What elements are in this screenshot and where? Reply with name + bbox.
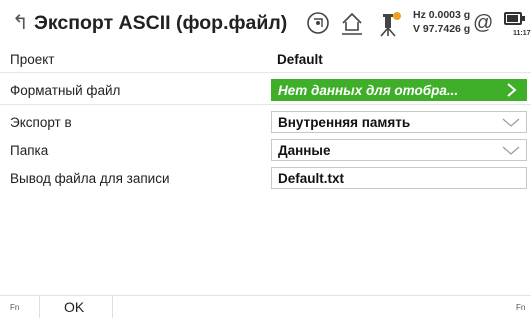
format-file-label: Форматный файл bbox=[10, 83, 121, 98]
instrument-status-icon[interactable] bbox=[376, 8, 406, 38]
project-row: Проект Default bbox=[0, 47, 531, 71]
connection-icon[interactable]: @ bbox=[473, 10, 493, 36]
export-to-dropdown[interactable]: Внутренняя память bbox=[271, 111, 527, 133]
output-file-value: Default.txt bbox=[278, 171, 345, 186]
format-file-value: Нет данных для отобра... bbox=[278, 83, 459, 98]
format-file-row: Форматный файл Нет данных для отобра... bbox=[0, 78, 531, 102]
fn-key-left[interactable]: Fn bbox=[10, 303, 19, 312]
softkey-bar: Fn OK Fn bbox=[0, 295, 531, 318]
folder-dropdown[interactable]: Данные bbox=[271, 139, 527, 161]
clock: 11:17 bbox=[513, 30, 531, 37]
folder-label: Папка bbox=[10, 143, 49, 158]
back-icon[interactable]: ↰ bbox=[12, 10, 29, 36]
output-file-label: Вывод файла для записи bbox=[10, 171, 170, 186]
output-file-input[interactable]: Default.txt bbox=[271, 167, 527, 189]
project-label: Проект bbox=[10, 52, 55, 67]
v-readout: V 97.7426 g bbox=[413, 23, 471, 35]
output-file-row: Вывод файла для записи Default.txt bbox=[0, 166, 531, 190]
divider bbox=[0, 104, 531, 105]
chevron-down-icon bbox=[502, 146, 520, 155]
folder-value: Данные bbox=[278, 143, 331, 158]
folder-row: Папка Данные bbox=[0, 138, 531, 162]
divider bbox=[0, 72, 531, 73]
export-to-label: Экспорт в bbox=[10, 115, 72, 130]
divider bbox=[112, 296, 113, 318]
project-value: Default bbox=[277, 52, 323, 67]
chevron-right-icon bbox=[507, 83, 517, 97]
ok-button[interactable]: OK bbox=[64, 298, 84, 316]
chevron-down-icon bbox=[502, 118, 520, 127]
angle-readout: Hz 0.0003 g V 97.7426 g bbox=[413, 8, 470, 36]
hz-readout: Hz 0.0003 g bbox=[413, 9, 471, 21]
export-to-row: Экспорт в Внутренняя память bbox=[0, 110, 531, 134]
export-to-value: Внутренняя память bbox=[278, 115, 411, 130]
title-bar: ↰ Экспорт ASCII (фор.файл) Hz 0.0003 g V… bbox=[0, 0, 531, 46]
target-compass-icon[interactable] bbox=[305, 8, 331, 38]
home-icon[interactable] bbox=[339, 8, 365, 38]
page-title: Экспорт ASCII (фор.файл) bbox=[34, 12, 288, 34]
battery-tip bbox=[522, 16, 525, 21]
format-file-selector[interactable]: Нет данных для отобра... bbox=[271, 79, 527, 101]
battery-icon bbox=[504, 12, 522, 25]
fn-key-right[interactable]: Fn bbox=[516, 303, 525, 312]
divider bbox=[39, 296, 40, 318]
